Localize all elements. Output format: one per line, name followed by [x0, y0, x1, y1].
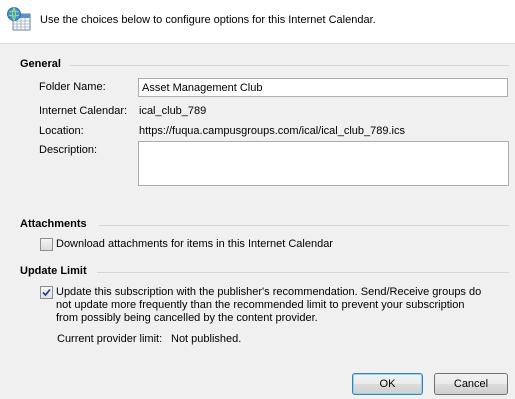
update-subscription-checkbox[interactable] [40, 286, 53, 299]
attachments-section-title: Attachments [20, 218, 87, 230]
folder-name-input[interactable] [138, 78, 508, 97]
description-label: Description: [39, 144, 98, 156]
internet-calendar-icon [7, 7, 31, 31]
location-label: Location: [39, 125, 84, 137]
update-limit-section-title: Update Limit [20, 265, 87, 277]
location-value: https://fuqua.campusgroups.com/ical/ical… [139, 125, 405, 137]
attachments-section-divider [99, 225, 509, 226]
internet-calendar-value: ical_club_789 [139, 105, 207, 117]
provider-limit-value: Not published. [171, 333, 242, 345]
dialog-header: Use the choices below to configure optio… [0, 0, 515, 44]
download-attachments-checkbox[interactable] [40, 238, 53, 251]
description-field[interactable] [138, 141, 509, 186]
general-section-title: General [20, 58, 61, 70]
checkmark-icon [42, 288, 51, 297]
update-subscription-label-line3: from possibly being cancelled by the con… [56, 312, 318, 324]
folder-name-label: Folder Name: [39, 81, 106, 93]
download-attachments-label[interactable]: Download attachments for items in this I… [56, 238, 333, 250]
update-subscription-label-line1[interactable]: Update this subscription with the publis… [56, 286, 481, 298]
provider-limit-label: Current provider limit: [57, 333, 163, 345]
update-limit-section-divider [97, 272, 509, 273]
ok-button[interactable]: OK [352, 373, 423, 395]
internet-calendar-label: Internet Calendar: [39, 105, 128, 117]
cancel-button[interactable]: Cancel [434, 373, 508, 395]
general-section-divider [70, 65, 509, 66]
instruction-text: Use the choices below to configure optio… [40, 14, 376, 26]
update-subscription-label-line2: not update more frequently than the reco… [56, 299, 465, 311]
